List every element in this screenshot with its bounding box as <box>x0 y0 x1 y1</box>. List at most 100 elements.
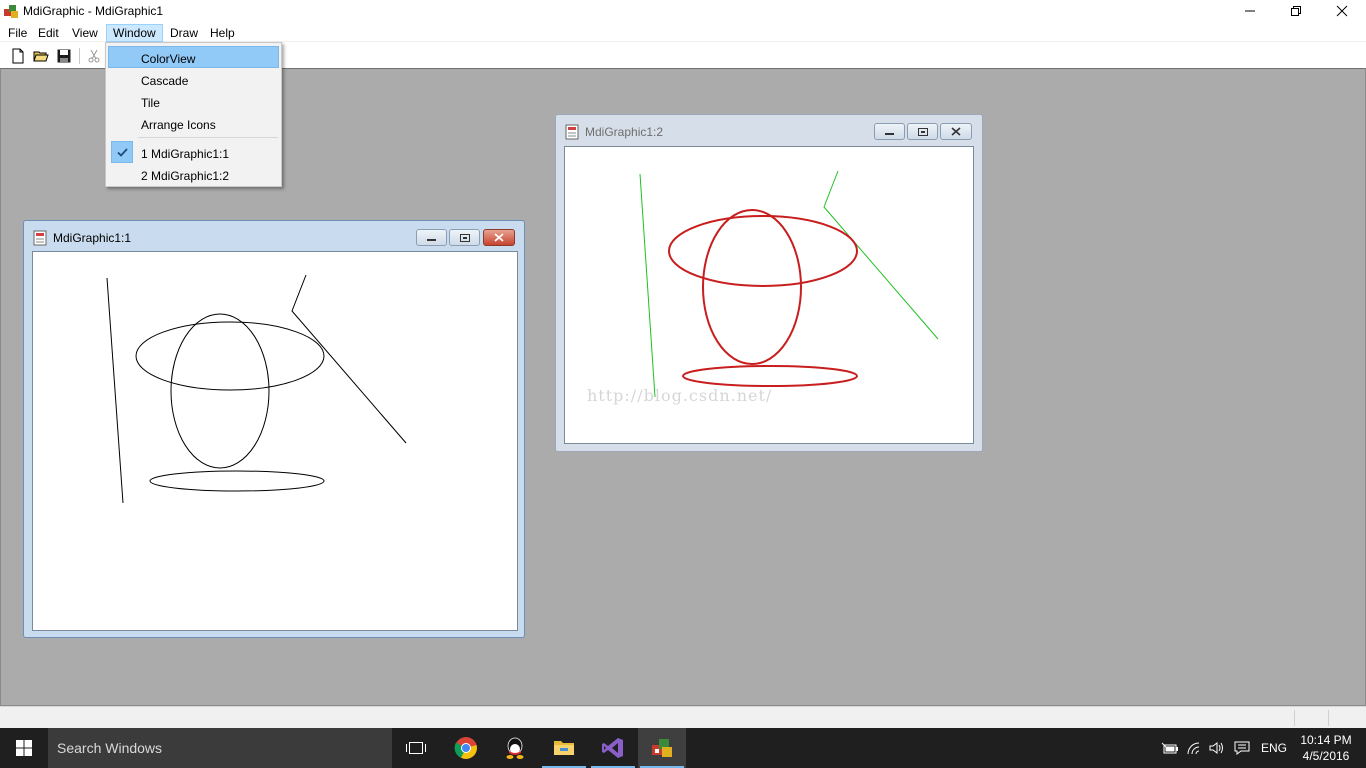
close-icon <box>1336 5 1348 17</box>
clock-date: 4/5/2016 <box>1302 749 1350 763</box>
visual-studio-button[interactable] <box>589 728 637 768</box>
file-explorer-icon <box>554 741 574 755</box>
menu-view[interactable]: View <box>66 24 104 42</box>
close-button[interactable] <box>1319 0 1365 22</box>
child-window-title: MdiGraphic1:2 <box>585 125 664 139</box>
input-language[interactable]: ENG <box>1261 741 1287 755</box>
qq-icon <box>506 737 524 759</box>
close-icon <box>494 233 504 242</box>
search-placeholder: Search Windows <box>57 740 163 756</box>
menu-item-window-1[interactable]: 1 MdiGraphic1:1 <box>108 141 279 163</box>
black-ellipse-vertical <box>170 313 270 469</box>
clock-time: 10:14 PM <box>1300 733 1352 747</box>
start-button[interactable] <box>0 728 48 768</box>
menu-bar: File Edit View Window Draw Help <box>0 22 1366 42</box>
scissors-icon <box>88 49 100 63</box>
status-bar <box>0 706 1366 728</box>
status-pane-1 <box>1294 710 1328 726</box>
red-ellipse-horizontal <box>668 215 858 287</box>
taskbar-clock[interactable]: 10:14 PM 4/5/2016 <box>1296 732 1356 764</box>
task-view-icon <box>406 742 426 754</box>
new-document-icon <box>12 48 24 64</box>
windows-logo-icon <box>16 740 32 756</box>
child-close-button[interactable] <box>940 123 972 140</box>
notifications-tray-button[interactable] <box>1233 739 1251 757</box>
app-title: MdiGraphic - MdiGraphic1 <box>23 4 164 18</box>
menu-item-colorview[interactable]: ColorView <box>108 46 279 68</box>
menu-window[interactable]: Window <box>106 24 163 42</box>
child-minimize-button[interactable] <box>874 123 905 140</box>
mdi-graphic-taskbar-button[interactable] <box>638 728 686 768</box>
watermark-text: http://blog.csdn.net/ <box>587 386 772 405</box>
drawing-svg: http://blog.csdn.net/ <box>587 170 939 405</box>
maximize-icon <box>459 233 470 242</box>
window-menu-dropdown: ColorView Cascade Tile Arrange Icons 1 M… <box>105 42 282 187</box>
minimize-icon <box>1245 10 1255 12</box>
drawing-svg <box>106 274 407 504</box>
child-window-2[interactable]: MdiGraphic1:2 http://blog.csdn.net/ <box>555 114 983 452</box>
black-line-right <box>291 274 407 444</box>
menu-item-label: 2 MdiGraphic1:2 <box>141 169 230 183</box>
menu-item-label: Cascade <box>141 74 189 88</box>
child-minimize-button[interactable] <box>416 229 447 246</box>
save-disk-icon <box>57 49 71 63</box>
menu-draw[interactable]: Draw <box>164 24 204 42</box>
child-maximize-button[interactable] <box>907 123 938 140</box>
minimize-icon <box>427 238 436 241</box>
taskbar-search-box[interactable]: Search Windows <box>48 728 392 768</box>
chrome-icon <box>454 737 477 759</box>
wifi-icon <box>1187 742 1200 755</box>
black-ellipse-bottom <box>149 470 325 492</box>
menu-item-cascade[interactable]: Cascade <box>108 68 279 90</box>
document-icon <box>33 230 47 246</box>
close-icon <box>951 127 961 136</box>
menu-item-label: Tile <box>141 96 160 110</box>
app-icon[interactable] <box>3 3 19 19</box>
child-maximize-button[interactable] <box>449 229 480 246</box>
open-folder-icon <box>33 51 49 62</box>
cut-button[interactable] <box>83 46 105 66</box>
black-ellipse-horizontal <box>135 321 325 391</box>
toolbar-separator <box>79 48 80 64</box>
battery-tray-button[interactable] <box>1161 739 1179 757</box>
volume-tray-button[interactable] <box>1208 739 1226 757</box>
child-window-title: MdiGraphic1:1 <box>53 231 132 245</box>
new-button[interactable] <box>7 46 29 66</box>
save-button[interactable] <box>53 46 75 66</box>
network-tray-button[interactable] <box>1186 739 1204 757</box>
qq-button[interactable] <box>491 728 539 768</box>
minimize-button[interactable] <box>1227 0 1273 22</box>
open-button[interactable] <box>30 46 52 66</box>
file-explorer-button[interactable] <box>540 728 588 768</box>
menu-item-window-2[interactable]: 2 MdiGraphic1:2 <box>108 163 279 185</box>
menu-file[interactable]: File <box>2 24 33 42</box>
minimize-icon <box>885 132 894 135</box>
checkmark-box <box>111 141 133 163</box>
visual-studio-icon <box>602 738 623 758</box>
black-line-left <box>106 277 124 504</box>
red-ellipse-vertical <box>702 209 802 365</box>
mdi-graphic-app-icon <box>652 739 672 757</box>
checkmark-icon <box>116 147 128 157</box>
restore-button[interactable] <box>1273 0 1319 22</box>
menu-item-tile[interactable]: Tile <box>108 90 279 112</box>
child-close-button[interactable] <box>483 229 515 246</box>
task-view-button[interactable] <box>392 728 440 768</box>
restore-icon <box>1291 6 1301 16</box>
battery-icon <box>1161 742 1178 754</box>
menu-item-arrange-icons[interactable]: Arrange Icons <box>108 112 279 134</box>
menu-separator <box>138 137 278 138</box>
document-icon <box>565 124 579 140</box>
drawing-canvas[interactable] <box>32 251 518 631</box>
red-ellipse-bottom <box>682 365 858 387</box>
status-pane-2 <box>1328 710 1362 726</box>
drawing-canvas[interactable]: http://blog.csdn.net/ <box>564 146 974 444</box>
taskbar: Search Windows ENG 10:14 PM 4/5/2016 <box>0 728 1366 768</box>
chrome-button[interactable] <box>442 728 490 768</box>
menu-edit[interactable]: Edit <box>32 24 65 42</box>
action-center-icon <box>1234 741 1250 755</box>
menu-help[interactable]: Help <box>204 24 241 42</box>
green-line-left <box>639 173 656 398</box>
speaker-icon <box>1209 742 1223 754</box>
child-window-1[interactable]: MdiGraphic1:1 <box>23 220 525 638</box>
